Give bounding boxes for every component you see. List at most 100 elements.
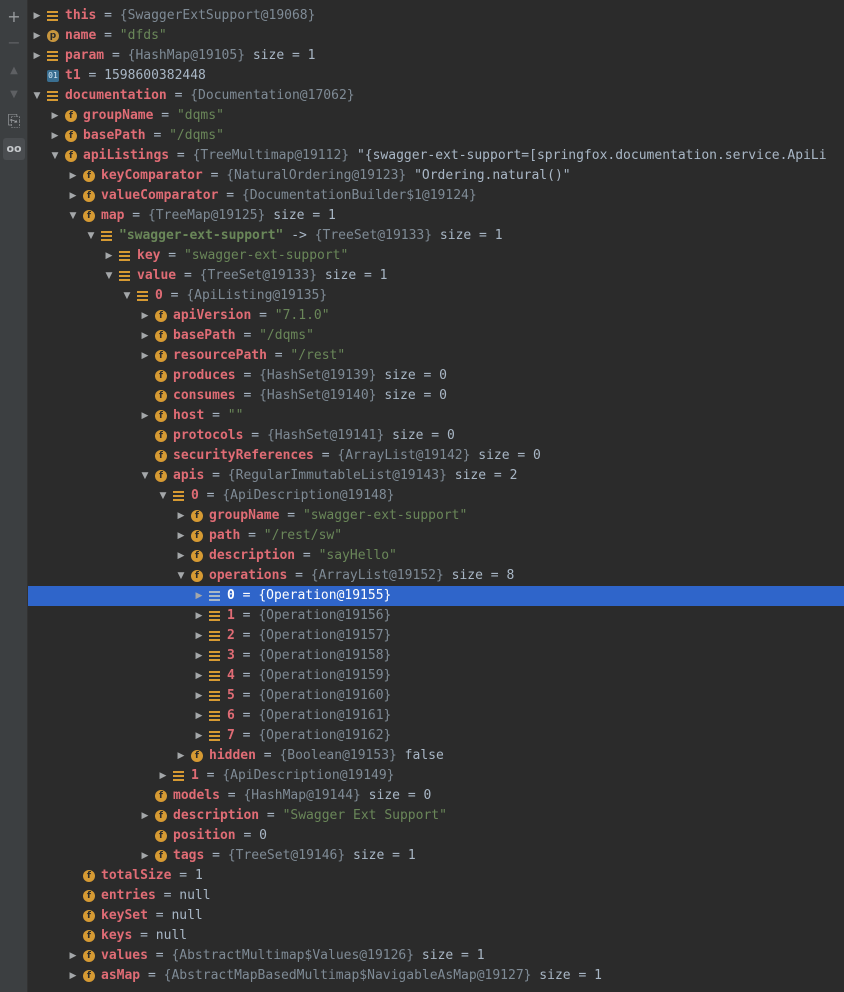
expand-arrow-icon[interactable]: ▶ <box>67 966 79 986</box>
expand-arrow-icon[interactable]: ▶ <box>175 506 187 526</box>
tree-row[interactable]: ▶ 1 = {Operation@19156} <box>28 606 844 626</box>
expand-arrow-icon[interactable]: ▶ <box>139 846 151 866</box>
tree-row[interactable]: ▶ f apiVersion = "7.1.0" <box>28 306 844 326</box>
tree-row[interactable]: ▼ f operations = {ArrayList@19152} size = … <box>28 566 844 586</box>
expand-arrow-icon[interactable]: ▶ <box>139 346 151 366</box>
collapse-arrow-icon[interactable]: ▼ <box>139 466 151 486</box>
tree-row[interactable]: ▶ f host = "" <box>28 406 844 426</box>
variable-label: totalSize = 1 <box>101 866 203 886</box>
tree-row[interactable]: ▶ f keyComparator = {NaturalOrdering@19123… <box>28 166 844 186</box>
expand-arrow-icon[interactable]: ▶ <box>175 746 187 766</box>
tree-row[interactable]: ▶ 6 = {Operation@19161} <box>28 706 844 726</box>
collapse-arrow-icon[interactable]: ▼ <box>121 286 133 306</box>
add-watch-icon[interactable]: + <box>3 6 25 28</box>
tree-row[interactable]: ▶ 3 = {Operation@19158} <box>28 646 844 666</box>
tree-row[interactable]: ▶ f resourcePath = "/rest" <box>28 346 844 366</box>
tree-row[interactable]: ▶ param = {HashMap@19105} size = 1 <box>28 46 844 66</box>
tree-row[interactable]: ▶ f hidden = {Boolean@19153} false <box>28 746 844 766</box>
expand-arrow-icon[interactable]: ▶ <box>139 406 151 426</box>
tree-row[interactable]: ▶ f basePath = "/dqms" <box>28 326 844 346</box>
expand-arrow-icon[interactable]: ▶ <box>175 526 187 546</box>
collapse-arrow-icon[interactable]: ▼ <box>175 566 187 586</box>
tree-row[interactable]: ▼ "swagger-ext-support" -> {TreeSet@19133… <box>28 226 844 246</box>
expand-arrow-icon[interactable]: ▶ <box>193 646 205 666</box>
tree-row[interactable]: ▼ 0 = {ApiDescription@19148} <box>28 486 844 506</box>
expand-arrow-icon[interactable]: ▶ <box>193 706 205 726</box>
expand-arrow-icon[interactable]: ▶ <box>139 326 151 346</box>
tree-row[interactable]: ▼ f apis = {RegularImmutableList@19143} si… <box>28 466 844 486</box>
tree-row[interactable]: f securityReferences = {ArrayList@19142} … <box>28 446 844 466</box>
tree-row[interactable]: ▶ 0 = {Operation@19155} <box>28 586 844 606</box>
expand-arrow-icon[interactable]: ▶ <box>139 806 151 826</box>
tree-row[interactable]: f position = 0 <box>28 826 844 846</box>
tree-row[interactable]: ▶ 1 = {ApiDescription@19149} <box>28 766 844 786</box>
separator: = <box>255 748 280 763</box>
tree-row[interactable]: f keySet = null <box>28 906 844 926</box>
expand-arrow-icon[interactable]: ▶ <box>31 26 43 46</box>
expand-arrow-icon[interactable]: ▶ <box>103 246 115 266</box>
tree-row[interactable]: ▶ key = "swagger-ext-support" <box>28 246 844 266</box>
expand-arrow-icon[interactable]: ▶ <box>175 546 187 566</box>
tree-row[interactable]: ▶ f basePath = "/dqms" <box>28 126 844 146</box>
tree-row[interactable]: f protocols = {HashSet@19141} size = 0 <box>28 426 844 446</box>
tree-row[interactable]: ▶ 7 = {Operation@19162} <box>28 726 844 746</box>
tree-row[interactable]: ▼ 0 = {ApiListing@19135} <box>28 286 844 306</box>
tree-row[interactable]: ▶ this = {SwaggerExtSupport@19068} <box>28 6 844 26</box>
move-up-icon[interactable]: ▲ <box>3 60 25 82</box>
expand-arrow-icon[interactable]: ▶ <box>193 586 205 606</box>
collapse-arrow-icon[interactable]: ▼ <box>157 486 169 506</box>
remove-watch-icon[interactable]: − <box>3 32 25 54</box>
tree-row[interactable]: ▶ f valueComparator = {DocumentationBuilde… <box>28 186 844 206</box>
variable-extra: size = 8 <box>443 568 515 583</box>
variable-name: map <box>101 208 125 223</box>
tree-row[interactable]: ▼ value = {TreeSet@19133} size = 1 <box>28 266 844 286</box>
tree-row[interactable]: ▶ f groupName = "dqms" <box>28 106 844 126</box>
expand-arrow-icon[interactable]: ▶ <box>49 106 61 126</box>
expand-arrow-icon[interactable]: ▶ <box>193 606 205 626</box>
expand-arrow-icon[interactable]: ▶ <box>139 306 151 326</box>
tree-row[interactable]: ▶ 4 = {Operation@19159} <box>28 666 844 686</box>
variables-tree[interactable]: ▶ this = {SwaggerExtSupport@19068} ▶ p name … <box>28 0 844 992</box>
collapse-arrow-icon[interactable]: ▼ <box>49 146 61 166</box>
collapse-arrow-icon[interactable]: ▼ <box>31 86 43 106</box>
tree-row[interactable]: f keys = null <box>28 926 844 946</box>
expand-arrow-icon[interactable]: ▶ <box>193 686 205 706</box>
variable-value: {HashSet@19141} <box>266 428 385 443</box>
expand-arrow-icon[interactable]: ▶ <box>49 126 61 146</box>
tree-row[interactable]: f models = {HashMap@19144} size = 0 <box>28 786 844 806</box>
expand-arrow-icon[interactable]: ▶ <box>31 46 43 66</box>
collapse-arrow-icon[interactable]: ▼ <box>103 266 115 286</box>
expand-arrow-icon[interactable]: ▶ <box>193 726 205 746</box>
tree-row[interactable]: ▶ f description = "sayHello" <box>28 546 844 566</box>
tree-row[interactable]: ▶ f path = "/rest/sw" <box>28 526 844 546</box>
copy-icon[interactable]: ⎘ <box>3 110 25 132</box>
expand-arrow-icon[interactable]: ▶ <box>193 666 205 686</box>
tree-row[interactable]: ▶ p name = "dfds" <box>28 26 844 46</box>
tree-row[interactable]: ▶ f tags = {TreeSet@19146} size = 1 <box>28 846 844 866</box>
tree-row[interactable]: 01 t1 = 1598600382448 <box>28 66 844 86</box>
tree-row[interactable]: f consumes = {HashSet@19140} size = 0 <box>28 386 844 406</box>
expand-arrow-icon[interactable]: ▶ <box>67 186 79 206</box>
tree-row[interactable]: ▼ f map = {TreeMap@19125} size = 1 <box>28 206 844 226</box>
tree-row[interactable]: ▶ f description = "Swagger Ext Support" <box>28 806 844 826</box>
show-watches-icon[interactable]: oo <box>3 138 25 160</box>
tree-row[interactable]: f produces = {HashSet@19139} size = 0 <box>28 366 844 386</box>
tree-row[interactable]: ▶ 2 = {Operation@19157} <box>28 626 844 646</box>
tree-row[interactable]: ▶ f asMap = {AbstractMapBasedMultimap$Navi… <box>28 966 844 986</box>
expand-arrow-icon[interactable]: ▶ <box>67 166 79 186</box>
move-down-icon[interactable]: ▼ <box>3 84 25 106</box>
expand-arrow-icon[interactable]: ▶ <box>193 626 205 646</box>
collapse-arrow-icon[interactable]: ▼ <box>85 226 97 246</box>
field-icon: f <box>65 150 77 162</box>
tree-row[interactable]: ▼ documentation = {Documentation@17062} <box>28 86 844 106</box>
tree-row[interactable]: ▼ f apiListings = {TreeMultimap@19112} "{s… <box>28 146 844 166</box>
tree-row[interactable]: ▶ f groupName = "swagger-ext-support" <box>28 506 844 526</box>
expand-arrow-icon[interactable]: ▶ <box>157 766 169 786</box>
collapse-arrow-icon[interactable]: ▼ <box>67 206 79 226</box>
tree-row[interactable]: f totalSize = 1 <box>28 866 844 886</box>
tree-row[interactable]: ▶ 5 = {Operation@19160} <box>28 686 844 706</box>
expand-arrow-icon[interactable]: ▶ <box>67 946 79 966</box>
tree-row[interactable]: ▶ f values = {AbstractMultimap$Values@1912… <box>28 946 844 966</box>
tree-row[interactable]: f entries = null <box>28 886 844 906</box>
expand-arrow-icon[interactable]: ▶ <box>31 6 43 26</box>
